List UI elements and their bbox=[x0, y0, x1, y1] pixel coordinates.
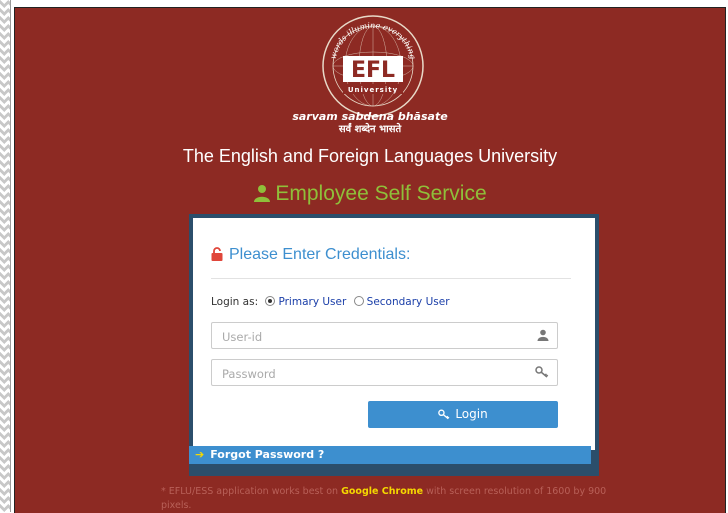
ess-title-text: Employee Self Service bbox=[275, 182, 487, 205]
primary-user-radio[interactable] bbox=[265, 296, 276, 306]
forgot-password-link[interactable]: ➔ Forgot Password ? bbox=[189, 446, 591, 464]
university-logo: words illumine everything EFL University bbox=[322, 15, 424, 117]
userid-input[interactable] bbox=[220, 324, 524, 349]
secondary-user-radio[interactable] bbox=[353, 296, 364, 306]
motto-devanagari: सर्वं शब्देन भासते bbox=[338, 124, 402, 135]
page-edge-decoration bbox=[0, 0, 11, 512]
user-icon bbox=[537, 329, 549, 341]
key-icon bbox=[438, 409, 450, 420]
logo-ring-text: University bbox=[348, 86, 398, 94]
unlock-icon bbox=[211, 247, 223, 261]
password-field[interactable] bbox=[211, 359, 558, 386]
primary-user-label[interactable]: Primary User bbox=[278, 296, 346, 308]
password-input[interactable] bbox=[220, 361, 524, 386]
userid-field[interactable] bbox=[211, 322, 558, 349]
login-as-group: Login as: Primary User Secondary User bbox=[211, 296, 450, 308]
user-icon bbox=[254, 185, 271, 202]
key-icon bbox=[535, 366, 549, 378]
arrow-right-icon: ➔ bbox=[195, 448, 205, 461]
login-button[interactable]: Login bbox=[368, 401, 558, 428]
login-page: words illumine everything EFL University… bbox=[14, 7, 726, 513]
note-pre: * EFLU/ESS application works best on bbox=[161, 486, 342, 497]
login-form: Please Enter Credentials: Login as: Prim… bbox=[193, 218, 595, 450]
credentials-heading-text: Please Enter Credentials: bbox=[229, 246, 411, 263]
logo-mark: EFL bbox=[351, 58, 395, 83]
credentials-heading: Please Enter Credentials: bbox=[211, 246, 571, 279]
login-button-label[interactable]: Login bbox=[455, 407, 487, 421]
secondary-user-label[interactable]: Secondary User bbox=[367, 296, 450, 308]
university-title: The English and Foreign Languages Univer… bbox=[182, 146, 558, 166]
ess-title: Employee Self Service bbox=[15, 182, 725, 206]
login-card: Please Enter Credentials: Login as: Prim… bbox=[189, 214, 599, 476]
browser-note: * EFLU/ESS application works best on Goo… bbox=[161, 485, 631, 513]
forgot-password-label[interactable]: Forgot Password ? bbox=[210, 448, 324, 461]
login-as-label: Login as: bbox=[211, 296, 259, 308]
note-browser: Google Chrome bbox=[341, 486, 424, 497]
